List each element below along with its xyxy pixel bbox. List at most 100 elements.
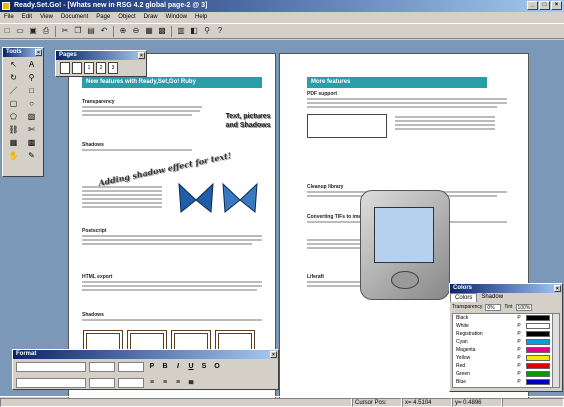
snap-icon[interactable]: ▩ xyxy=(157,26,167,36)
open-icon[interactable]: ▭ xyxy=(15,26,25,36)
line-tool-icon[interactable]: ／ xyxy=(5,85,22,97)
pda-device-image[interactable] xyxy=(360,190,450,300)
picture-tool-icon[interactable]: ▨ xyxy=(23,111,40,123)
tab-colors[interactable]: Colors xyxy=(450,293,478,302)
close-icon[interactable]: × xyxy=(270,351,277,358)
link-tool-icon[interactable]: ⛓ xyxy=(5,124,22,136)
color-swatch xyxy=(526,363,550,369)
app-icon xyxy=(2,2,10,10)
tint-field[interactable]: 100% xyxy=(515,303,532,311)
color-row[interactable]: Black P xyxy=(453,314,559,322)
font-size-field[interactable] xyxy=(89,362,115,372)
new-icon[interactable]: □ xyxy=(2,26,12,36)
butterfly-image[interactable] xyxy=(221,182,259,218)
paste-icon[interactable]: ▤ xyxy=(86,26,96,36)
color-row[interactable]: Cyan P xyxy=(453,338,559,346)
close-icon[interactable]: × xyxy=(138,52,145,59)
color-row[interactable]: Blue P xyxy=(453,378,559,386)
baseline-field[interactable] xyxy=(118,378,144,388)
layer-icon[interactable]: ◧ xyxy=(189,26,199,36)
color-name: White xyxy=(456,323,469,329)
zoom-tool-icon[interactable]: ⚲ xyxy=(23,72,40,84)
save-icon[interactable]: ▣ xyxy=(28,26,38,36)
table-icon[interactable]: ▥ xyxy=(176,26,186,36)
color-type: P xyxy=(517,331,521,337)
color-row[interactable]: Magenta P xyxy=(453,346,559,354)
grid-icon[interactable]: ▦ xyxy=(144,26,154,36)
page-left[interactable]: New features with Ready,Set,Go! Ruby Tra… xyxy=(68,53,276,399)
eyedropper-tool-icon[interactable]: ✎ xyxy=(23,150,40,162)
format-palette-title[interactable]: Format × xyxy=(13,350,278,359)
tab-shadow[interactable]: Shadow xyxy=(477,293,507,302)
justify-icon[interactable]: ≣ xyxy=(186,378,196,388)
zoom-out-icon[interactable]: ⊖ xyxy=(131,26,141,36)
color-row[interactable]: White P xyxy=(453,322,559,330)
text-line xyxy=(82,190,162,192)
copy-icon[interactable]: ❐ xyxy=(73,26,83,36)
close-icon[interactable]: × xyxy=(35,49,42,56)
menu-view[interactable]: View xyxy=(36,12,57,23)
help-icon[interactable]: ? xyxy=(215,26,225,36)
align-right-icon[interactable]: ≡ xyxy=(173,378,183,388)
color-list-scrollbar[interactable] xyxy=(552,314,559,387)
leading-field[interactable] xyxy=(118,362,144,372)
color-list[interactable]: Black P White P Registration P Cyan P Magent… xyxy=(452,313,560,388)
menu-draw[interactable]: Draw xyxy=(140,12,162,23)
colors-palette-title[interactable]: Colors × xyxy=(450,284,562,293)
close-icon[interactable]: × xyxy=(554,285,561,292)
align-center-icon[interactable]: ≡ xyxy=(160,378,170,388)
page-thumb[interactable]: 3 xyxy=(108,62,118,74)
menu-page[interactable]: Page xyxy=(92,12,114,23)
color-row[interactable]: Green P xyxy=(453,370,559,378)
rounded-rect-tool-icon[interactable]: ▢ xyxy=(5,98,22,110)
page-thumb[interactable]: 2 xyxy=(96,62,106,74)
butterfly-image[interactable] xyxy=(177,182,215,218)
sample-table[interactable] xyxy=(307,114,387,138)
tracking-field[interactable] xyxy=(89,378,115,388)
tools-palette-title[interactable]: Tools × xyxy=(3,48,43,57)
font-name-field[interactable] xyxy=(16,362,86,372)
rectangle-tool-icon[interactable]: □ xyxy=(23,85,40,97)
maximize-button[interactable]: □ xyxy=(539,1,550,10)
rotate-tool-icon[interactable]: ↻ xyxy=(5,72,22,84)
oval-tool-icon[interactable]: ○ xyxy=(23,98,40,110)
menu-edit[interactable]: Edit xyxy=(18,12,36,23)
link-icon[interactable]: ⚲ xyxy=(202,26,212,36)
grid-tool-icon[interactable]: ▩ xyxy=(23,137,40,149)
color-row[interactable]: Registration P xyxy=(453,330,559,338)
bold-button[interactable]: B xyxy=(160,362,170,372)
master-page-icon[interactable] xyxy=(72,62,82,74)
hand-tool-icon[interactable]: ✋ xyxy=(5,150,22,162)
page-thumb[interactable]: 1 xyxy=(84,62,94,74)
pages-palette-title[interactable]: Pages × xyxy=(56,51,146,60)
pda-screen xyxy=(374,207,434,263)
pointer-tool-icon[interactable]: ↖ xyxy=(5,59,22,71)
print-icon[interactable]: ⎙ xyxy=(41,26,51,36)
transparency-field[interactable]: 0% xyxy=(485,303,502,311)
shadow-button[interactable]: S xyxy=(199,362,209,372)
style-field[interactable] xyxy=(16,378,86,388)
master-page-icon[interactable] xyxy=(60,62,70,74)
color-row[interactable]: Yellow P xyxy=(453,354,559,362)
table-tool-icon[interactable]: ▦ xyxy=(5,137,22,149)
italic-button[interactable]: I xyxy=(173,362,183,372)
cut-icon[interactable]: ✂ xyxy=(60,26,70,36)
undo-icon[interactable]: ↶ xyxy=(99,26,109,36)
plain-button[interactable]: P xyxy=(147,362,157,372)
menu-file[interactable]: File xyxy=(0,12,18,23)
zoom-in-icon[interactable]: ⊕ xyxy=(118,26,128,36)
menu-help[interactable]: Help xyxy=(191,12,211,23)
underline-button[interactable]: U xyxy=(186,362,196,372)
text-tool-icon[interactable]: A xyxy=(23,59,40,71)
close-button[interactable]: × xyxy=(551,1,562,10)
format-title-text: Format xyxy=(16,351,37,357)
unlink-tool-icon[interactable]: ✄ xyxy=(23,124,40,136)
polygon-tool-icon[interactable]: ⬠ xyxy=(5,111,22,123)
menu-window[interactable]: Window xyxy=(162,12,191,23)
menu-object[interactable]: Object xyxy=(114,12,139,23)
color-row[interactable]: Red P xyxy=(453,362,559,370)
align-left-icon[interactable]: ≡ xyxy=(147,378,157,388)
menu-document[interactable]: Document xyxy=(57,12,92,23)
minimize-button[interactable]: _ xyxy=(527,1,538,10)
outline-button[interactable]: O xyxy=(212,362,222,372)
